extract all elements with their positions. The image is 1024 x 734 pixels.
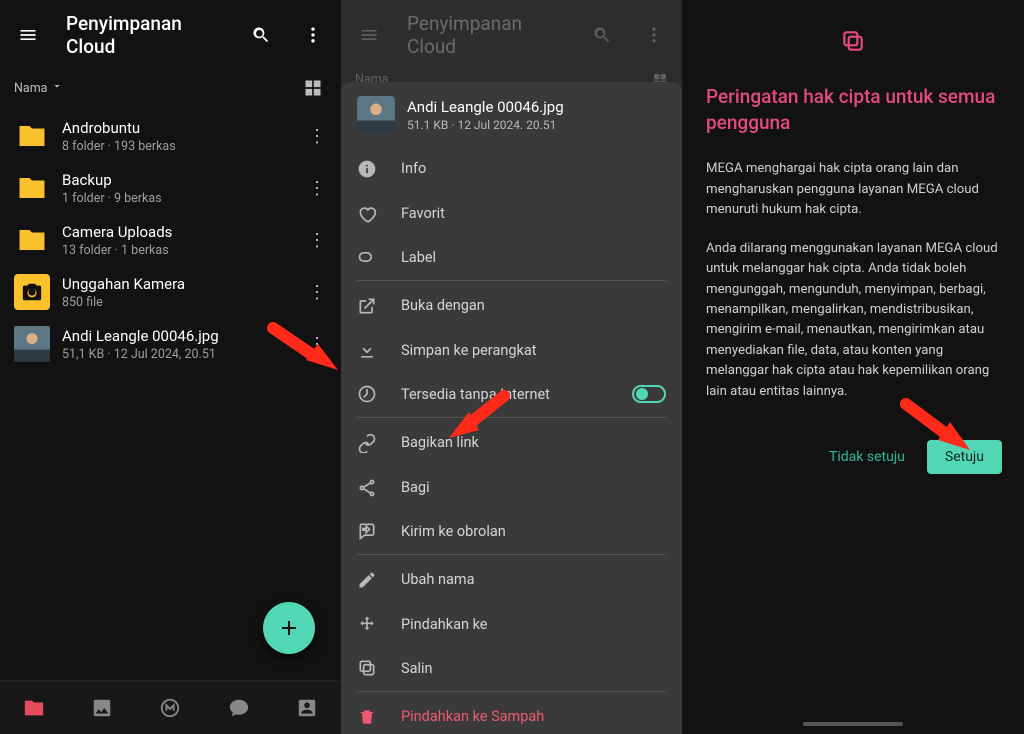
gesture-handle [803, 722, 903, 726]
offline-toggle[interactable] [632, 385, 666, 403]
nav-gallery-icon[interactable] [82, 688, 122, 728]
menu-offline[interactable]: Tersedia tanpa Internet [357, 373, 666, 418]
menu-move[interactable]: Pindahkan ke [357, 602, 666, 647]
nav-cloud-icon[interactable] [14, 688, 54, 728]
menu-open-with[interactable]: Buka dengan [357, 283, 666, 328]
menu-share-link[interactable]: Bagikan link [357, 420, 666, 465]
row-overflow-icon[interactable]: ⋮ [303, 126, 331, 147]
topbar: Penyimpanan Cloud [0, 0, 341, 68]
disagree-button[interactable]: Tidak setuju [829, 449, 905, 465]
row-overflow-icon[interactable]: ⋮ [303, 230, 331, 251]
topbar-dimmed: Penyimpanan Cloud [341, 0, 682, 68]
chevron-down-icon[interactable] [51, 80, 63, 96]
menu-rename[interactable]: Ubah nama [357, 557, 666, 602]
image-thumbnail [14, 326, 50, 362]
camera-folder-icon [14, 274, 50, 310]
file-list: Androbuntu8 folder · 193 berkas ⋮ Backup… [0, 110, 341, 370]
search-icon [588, 21, 616, 49]
overflow-icon [640, 21, 668, 49]
menu-favorit[interactable]: Favorit [357, 191, 666, 236]
row-overflow-icon[interactable]: ⋮ [303, 334, 331, 355]
list-item[interactable]: Camera Uploads13 folder · 1 berkas ⋮ [0, 214, 341, 266]
fab-add-button[interactable] [263, 602, 315, 654]
search-icon[interactable] [247, 21, 275, 49]
context-menu: Info Favorit Label Buka dengan Simpan ke… [341, 146, 682, 734]
list-item[interactable]: Backup1 folder · 9 berkas ⋮ [0, 162, 341, 214]
folder-icon [14, 118, 50, 154]
folder-icon [14, 170, 50, 206]
panel-copyright-dialog: Peringatan hak cipta untuk semua penggun… [682, 0, 1024, 734]
menu-label[interactable]: Label [357, 236, 666, 281]
dialog-para-1: MEGA menghargai hak cipta orang lain dan… [706, 159, 1000, 220]
row-overflow-icon[interactable]: ⋮ [303, 282, 331, 303]
overflow-icon[interactable] [299, 21, 327, 49]
dialog-para-2: Anda dilarang menggunakan layanan MEGA c… [706, 239, 1000, 403]
list-item[interactable]: Unggahan Kamera850 file ⋮ [0, 266, 341, 318]
menu-share[interactable]: Bagi [357, 465, 666, 510]
copy-icon [840, 28, 866, 58]
menu-send-chat[interactable]: Kirim ke obrolan [357, 510, 666, 555]
nav-chat-icon[interactable] [219, 688, 259, 728]
menu-save-device[interactable]: Simpan ke perangkat [357, 328, 666, 373]
bottom-nav [0, 680, 341, 734]
hamburger-icon [355, 21, 383, 49]
agree-button[interactable]: Setuju [927, 440, 1002, 474]
menu-copy[interactable]: Salin [357, 647, 666, 692]
folder-icon [14, 222, 50, 258]
sheet-filemeta: 51.1 KB · 12 Jul 2024. 20.51 [407, 118, 564, 132]
row-overflow-icon[interactable]: ⋮ [303, 178, 331, 199]
menu-info[interactable]: Info [357, 146, 666, 191]
sheet-filename: Andi Leangle 00046.jpg [407, 98, 564, 116]
sheet-header: Andi Leangle 00046.jpg 51.1 KB · 12 Jul … [341, 82, 682, 146]
sort-bar: Nama [0, 68, 341, 110]
menu-trash[interactable]: Pindahkan ke Sampah [357, 694, 666, 734]
nav-mega-icon[interactable] [150, 688, 190, 728]
nav-contacts-icon[interactable] [287, 688, 327, 728]
page-title: Penyimpanan Cloud [66, 12, 223, 58]
image-thumbnail [357, 96, 395, 134]
page-title-dimmed: Penyimpanan Cloud [407, 12, 564, 58]
list-item[interactable]: Androbuntu8 folder · 193 berkas ⋮ [0, 110, 341, 162]
grid-view-icon[interactable] [299, 74, 327, 102]
sort-label[interactable]: Nama [14, 81, 47, 96]
list-item[interactable]: Andi Leangle 00046.jpg51,1 KB · 12 Jul 2… [0, 318, 341, 370]
dialog-actions: Tidak setuju Setuju [829, 440, 1002, 474]
panel-file-list: Penyimpanan Cloud Nama Androbuntu8 folde… [0, 0, 341, 734]
dialog-heading: Peringatan hak cipta untuk semua penggun… [706, 84, 1000, 135]
panel-bottom-sheet: Penyimpanan Cloud Nama Andi Leangle 0004… [341, 0, 682, 734]
bottom-sheet: Andi Leangle 00046.jpg 51.1 KB · 12 Jul … [341, 82, 682, 734]
hamburger-icon[interactable] [14, 21, 42, 49]
